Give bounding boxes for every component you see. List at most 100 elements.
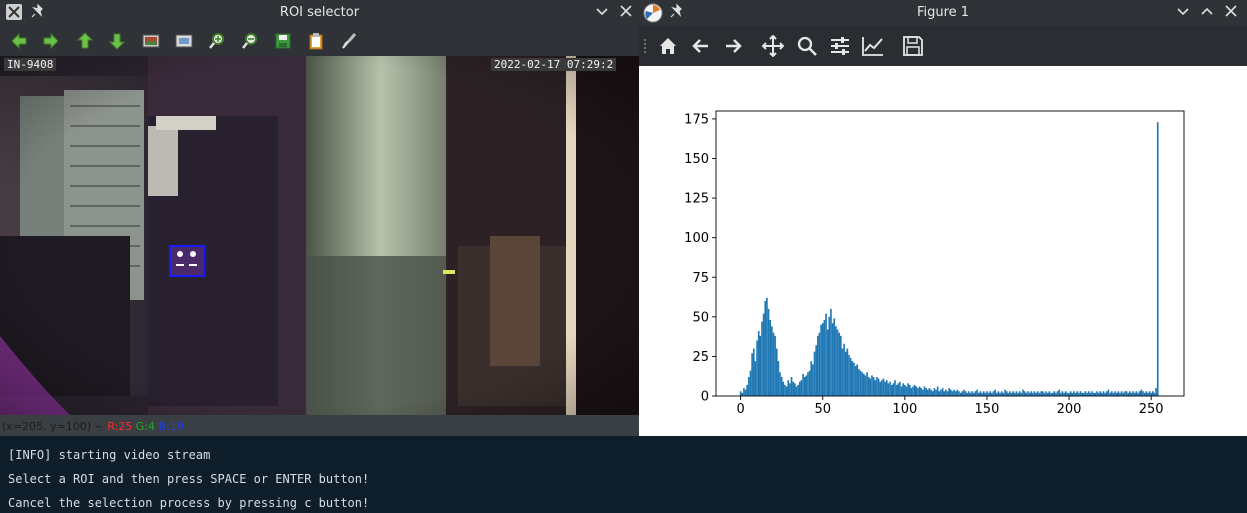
histogram-bar	[1086, 392, 1088, 396]
histogram-bar	[774, 335, 776, 396]
histogram-bar	[979, 391, 982, 396]
plot-area[interactable]: 0 50 100 150 200 250 0 25 50 75 100 125 150 175	[639, 66, 1247, 436]
clipboard-icon[interactable]	[307, 32, 325, 50]
camera-view[interactable]: IN-9408 2022-02-17 07:29:2	[0, 56, 639, 415]
histogram-bar	[797, 384, 799, 396]
histogram-bar	[1009, 391, 1011, 396]
histogram-bar	[851, 361, 854, 396]
histogram-bar	[984, 392, 987, 396]
histogram-bar	[889, 381, 891, 396]
minimize-icon[interactable]	[1173, 3, 1193, 23]
histogram-bar	[743, 388, 745, 396]
brush-icon[interactable]	[340, 32, 358, 50]
histogram-bar	[1058, 389, 1061, 396]
maximize-icon[interactable]	[1197, 3, 1217, 23]
histogram-bar	[879, 381, 882, 396]
histogram-bar	[925, 388, 928, 396]
histogram-bar	[854, 365, 857, 396]
image-icon[interactable]	[142, 32, 160, 50]
histogram-bar	[946, 391, 949, 396]
histogram-bar	[1104, 392, 1106, 396]
histogram-bar	[1045, 391, 1047, 396]
histogram-bar	[813, 351, 816, 396]
arrow-right-icon[interactable]	[42, 32, 60, 50]
arrow-up-icon[interactable]	[76, 32, 94, 50]
histogram-bar	[951, 391, 954, 396]
histogram-bar	[1151, 391, 1154, 396]
histogram-bar	[1040, 391, 1042, 396]
close-icon[interactable]	[1221, 3, 1241, 23]
y-tick-label: 125	[684, 192, 709, 207]
histogram-bar	[981, 392, 983, 396]
histogram-bar	[1002, 392, 1005, 396]
minimize-icon[interactable]	[592, 3, 612, 23]
histogram-bar	[1035, 392, 1038, 396]
configure-subplots-icon[interactable]	[829, 35, 851, 57]
save-figure-icon[interactable]	[902, 35, 924, 57]
histogram-bar	[1014, 392, 1016, 396]
home-icon[interactable]	[657, 35, 679, 57]
histogram-bar	[899, 381, 901, 396]
histogram-bar	[974, 391, 977, 396]
edit-axis-icon[interactable]	[861, 35, 883, 57]
histogram-bar	[807, 372, 809, 396]
frame-icon[interactable]	[175, 32, 193, 50]
histogram-bar	[805, 375, 808, 396]
histogram-bar	[1119, 392, 1121, 396]
histogram-bar	[1137, 392, 1139, 396]
histogram-bar	[757, 331, 760, 396]
histogram-bar	[810, 361, 813, 396]
figure-toolbar	[639, 26, 1247, 66]
histogram-bar	[856, 364, 859, 396]
histogram-bar	[1153, 392, 1156, 396]
roi-selector-window: ROI selector IN-9408 2022-02-17 07:29:2 …	[0, 0, 639, 436]
histogram-bar	[751, 353, 753, 396]
arrow-left-icon[interactable]	[10, 32, 28, 50]
histogram-bar	[820, 324, 822, 396]
histogram-bar	[1128, 391, 1131, 396]
histogram-bar	[849, 358, 852, 396]
close-icon[interactable]	[616, 3, 636, 23]
blue-value: B:19	[158, 420, 184, 433]
histogram-bar	[1020, 392, 1023, 396]
histogram-bar	[815, 345, 817, 396]
histogram-bar	[922, 389, 924, 396]
pan-icon[interactable]	[761, 34, 785, 58]
histogram-bar	[756, 340, 758, 396]
histogram-bar	[762, 313, 765, 396]
histogram-bar	[1046, 392, 1049, 396]
histogram-bar	[787, 380, 790, 396]
histogram-bar	[1101, 392, 1103, 396]
histogram-bar	[953, 389, 955, 396]
histogram-bar	[1083, 392, 1085, 396]
histogram-bar	[792, 381, 794, 396]
arrow-down-icon[interactable]	[108, 32, 126, 50]
histogram-bar	[1107, 389, 1110, 396]
y-tick-label: 175	[684, 112, 709, 127]
histogram-bar	[833, 318, 836, 396]
toolbar-grip[interactable]	[643, 38, 647, 60]
histogram-bar	[1132, 391, 1134, 396]
forward-icon[interactable]	[722, 35, 744, 57]
histogram-bar	[902, 383, 905, 396]
histogram-bar	[971, 391, 973, 396]
histogram-bar	[864, 375, 867, 396]
histogram-bar	[1053, 391, 1056, 396]
histogram-bar	[1061, 391, 1064, 396]
save-icon[interactable]	[274, 32, 292, 50]
histogram-bar	[812, 364, 814, 396]
histogram-bar	[835, 326, 837, 396]
histogram-bar	[1027, 391, 1029, 396]
terminal-line: Select a ROI and then press SPACE or ENT…	[8, 472, 370, 486]
zoom-in-icon[interactable]	[208, 32, 226, 50]
histogram-bar	[1117, 391, 1120, 396]
back-icon[interactable]	[690, 35, 712, 57]
terminal-line: Cancel the selection process by pressing…	[8, 496, 370, 510]
x-tick-label: 250	[1139, 402, 1164, 417]
histogram-bar	[748, 377, 750, 396]
zoom-out-icon[interactable]	[241, 32, 259, 50]
zoom-icon[interactable]	[796, 35, 818, 57]
histogram-bar	[1064, 391, 1067, 396]
histogram-bar	[969, 392, 972, 396]
histogram-bar	[1004, 389, 1006, 396]
